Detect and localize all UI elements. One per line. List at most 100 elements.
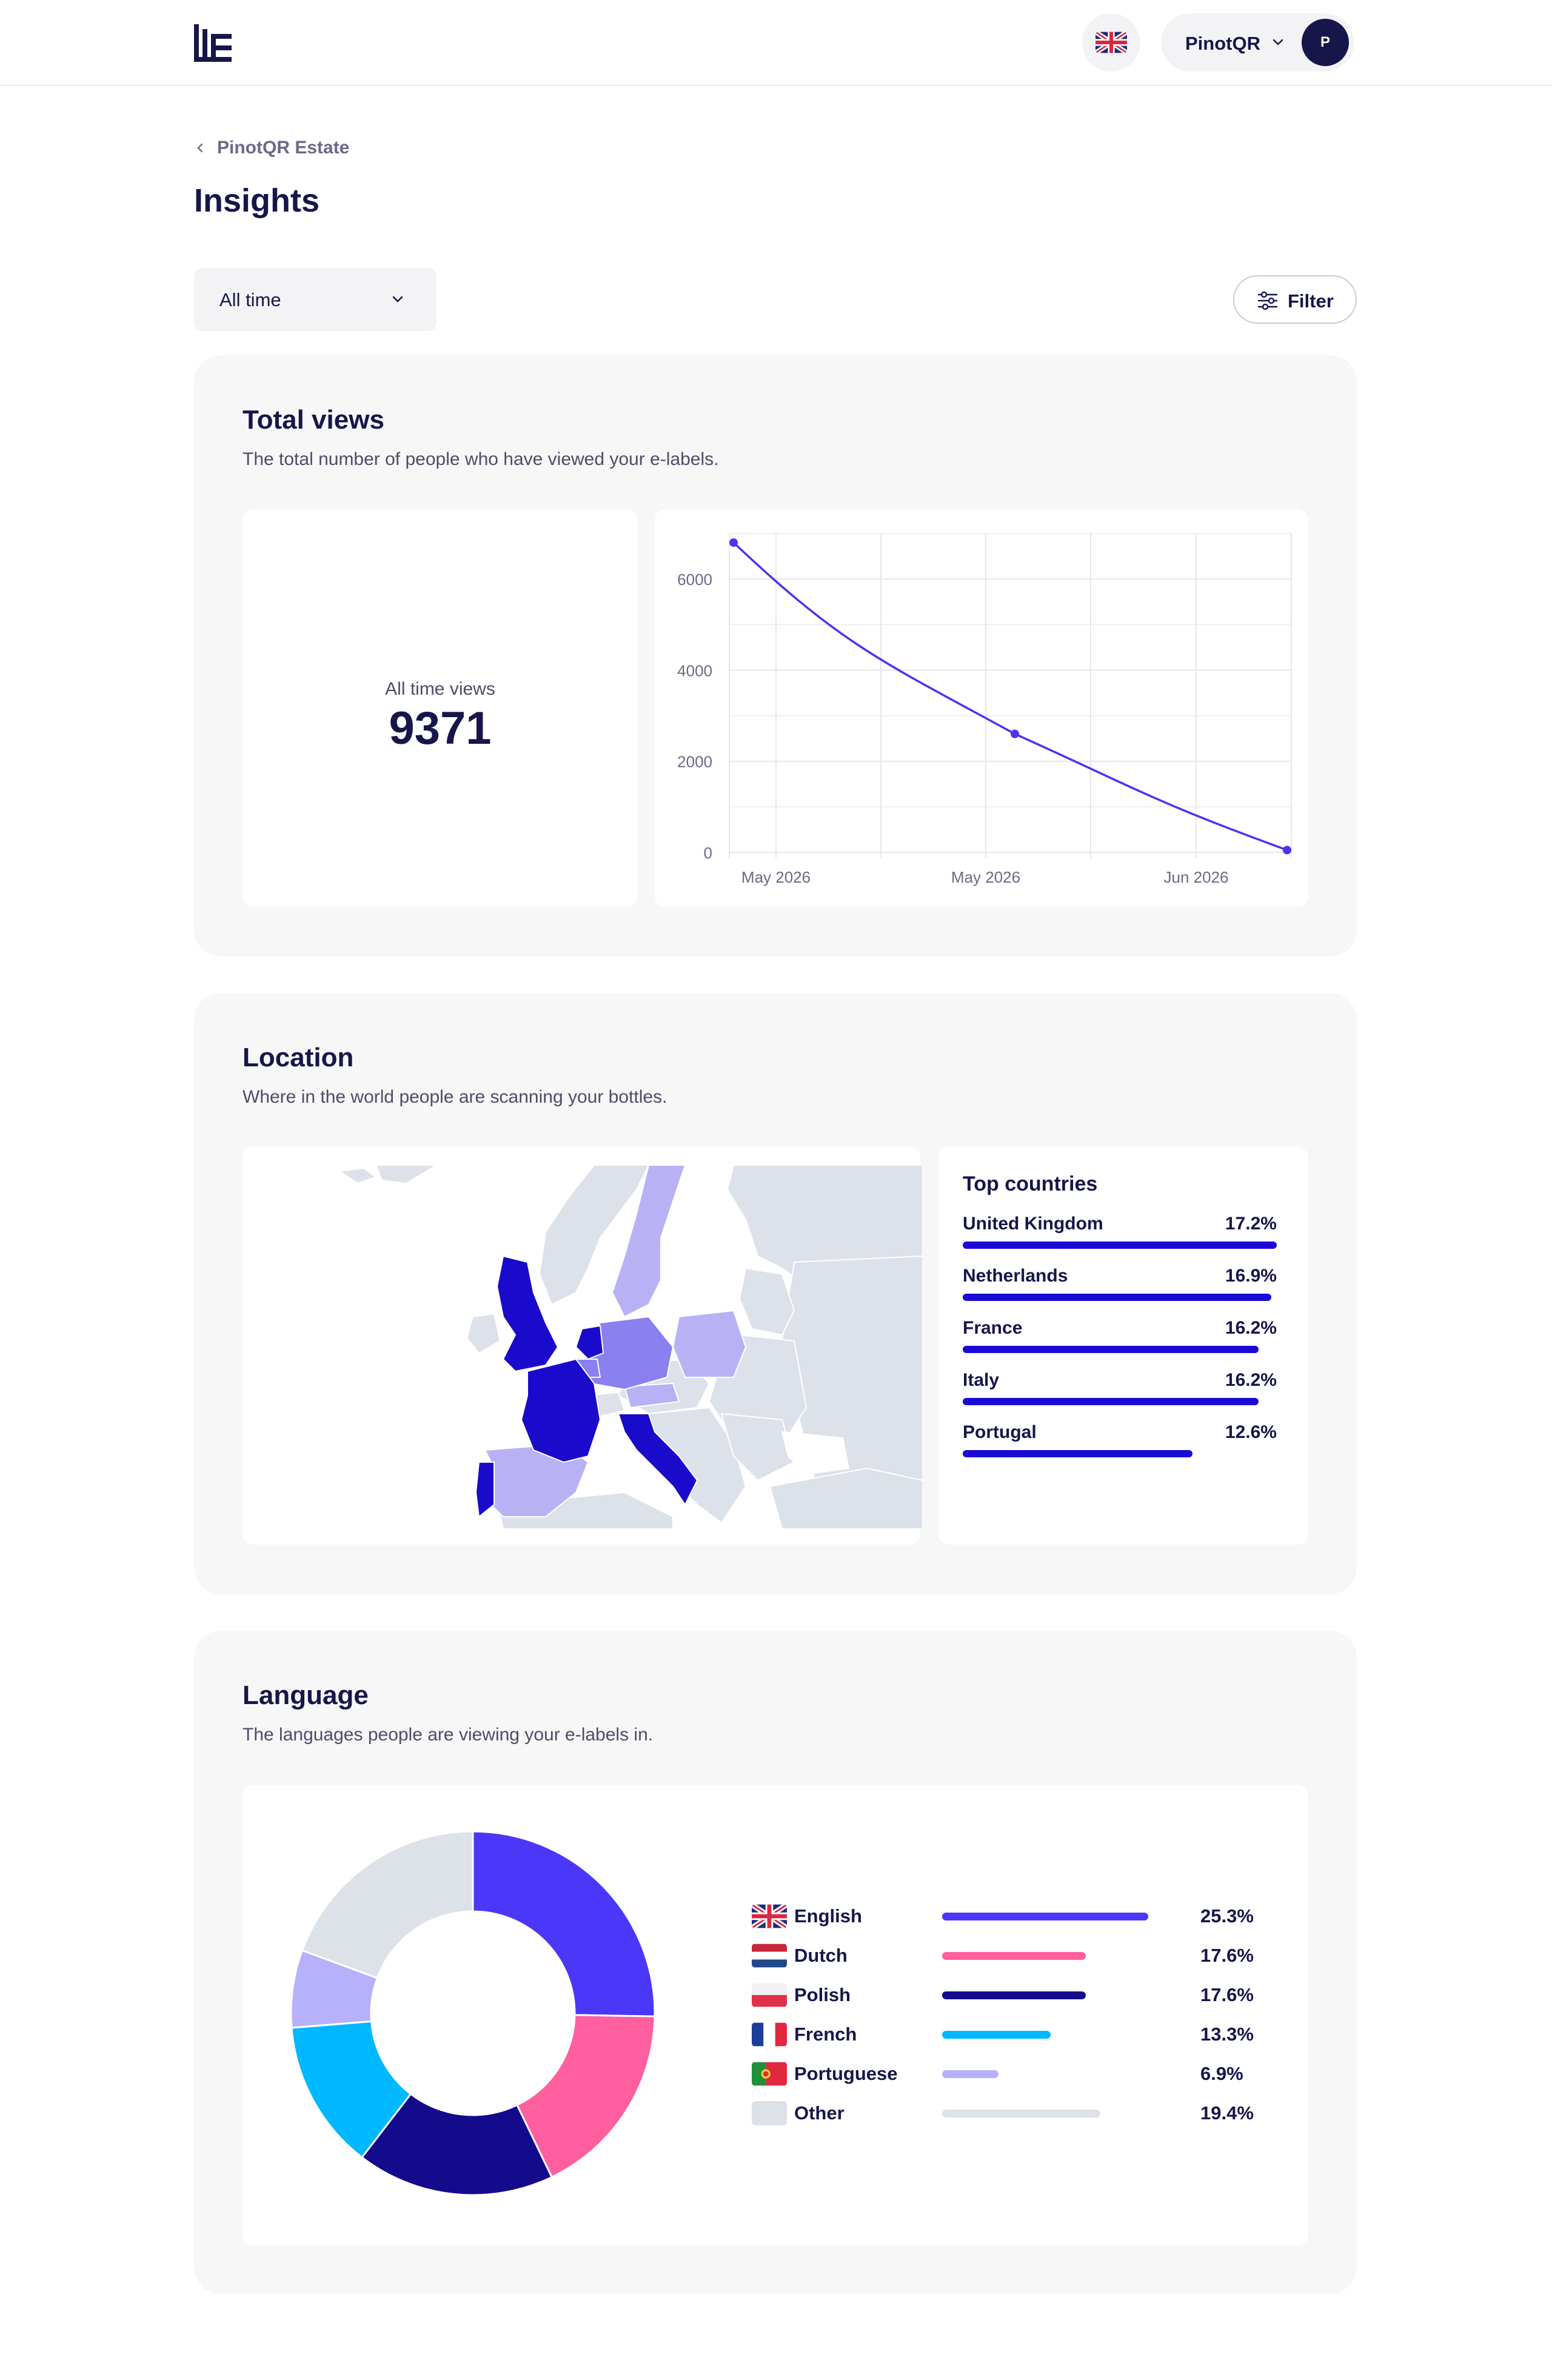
language-bar [942,2031,1051,2039]
language-percent: 25.3% [1200,1905,1254,1927]
other-placeholder-icon [752,2101,787,2125]
poland-flag-icon [752,1983,787,2007]
all-time-views-panel: All time views 9371 [242,509,638,907]
country-percent: 12.6% [1225,1422,1277,1442]
map-region-netherlands [575,1325,604,1360]
country-name: United Kingdom [963,1214,1103,1234]
x-tick-label: May 2026 [741,868,811,886]
country-bar [963,1398,1259,1405]
data-point [1283,846,1291,855]
country-percent: 16.2% [1225,1318,1277,1338]
total-views-card: Total views The total number of people w… [194,355,1357,957]
france-flag-icon [752,2022,787,2047]
country-row: Italy 16.2% [963,1370,1277,1419]
all-time-views-value: 9371 [389,703,492,754]
country-bar [963,1294,1271,1301]
country-percent: 17.2% [1225,1214,1277,1234]
language-bar [942,1952,1086,1960]
card-title: Location [242,1043,354,1072]
chevron-down-icon [392,296,403,303]
united-kingdom-flag-icon [752,1904,787,1928]
y-tick-label: 2000 [677,753,712,771]
views-line-chart: 0 2000 4000 6000 May 2026 May 2026 Jun 2026 [677,533,1292,886]
filter-label: Filter [1288,290,1334,312]
country-percent: 16.9% [1225,1266,1277,1286]
chevron-down-icon [1273,39,1283,45]
language-row: Dutch 17.6% [242,1941,1308,1971]
y-tick-label: 4000 [677,661,712,680]
map-region-ireland [466,1312,501,1354]
language-name: Dutch [794,1945,848,1966]
country-bar [963,1450,1193,1457]
language-donut-chart [290,1830,656,2196]
country-row: France 16.2% [963,1318,1277,1366]
chevron-left-icon [197,143,203,153]
card-subtitle: The total number of people who have view… [242,449,719,469]
data-point [1011,729,1019,738]
country-name: France [963,1318,1023,1338]
language-name: Portuguese [794,2063,898,2084]
language-card: Language The languages people are viewin… [194,1631,1357,2294]
x-tick-label: Jun 2026 [1164,868,1229,886]
language-bar [942,1991,1086,1999]
language-row: English 25.3% [242,1902,1308,1932]
netherlands-flag-icon [752,1944,787,1968]
x-tick-label: May 2026 [951,868,1020,886]
united-kingdom-flag-icon [1095,32,1127,53]
language-panel: English 25.3% Dutch 17.6% Polish 17.6% F… [242,1785,1308,2245]
country-name: Italy [963,1370,1000,1390]
breadcrumb[interactable]: PinotQR Estate [194,136,349,160]
language-percent: 6.9% [1200,2063,1243,2084]
top-navigation-bar: PinotQR P [0,0,1552,86]
top-countries-panel: Top countries United Kingdom 17.2% Nethe… [938,1147,1308,1545]
country-row: United Kingdom 17.2% [963,1214,1277,1262]
country-row: Netherlands 16.9% [963,1266,1277,1314]
map-region-baltics [738,1267,795,1336]
country-name: Portugal [963,1422,1037,1442]
language-percent: 17.6% [1200,1945,1254,1966]
map-panel [242,1147,923,1545]
language-percent: 19.4% [1200,2102,1254,2124]
country-row: Portugal 12.6% [963,1422,1277,1471]
country-percent: 16.2% [1225,1370,1277,1390]
map-region-portugal [475,1462,495,1518]
time-range-value: All time [219,289,281,310]
app-logo-icon[interactable] [194,24,232,62]
breadcrumb-link[interactable]: PinotQR Estate [217,138,349,158]
language-row: Polish 17.6% [242,1981,1308,2011]
language-bar [942,2110,1100,2118]
europe-map[interactable] [261,1165,923,1529]
language-percent: 13.3% [1200,2024,1254,2045]
map-region-iceland [338,1167,378,1185]
card-title: Language [242,1680,369,1710]
country-name: Netherlands [963,1266,1068,1286]
map-region-poland [672,1309,747,1378]
card-title: Total views [242,405,384,435]
map-region-black-sea-hole [781,1431,850,1476]
account-name: PinotQR [1185,33,1260,54]
card-subtitle: Where in the world people are scanning y… [242,1087,667,1107]
language-percent: 17.6% [1200,1984,1254,2005]
country-bar [963,1346,1259,1353]
map-region-turkey [769,1467,923,1529]
account-menu-button[interactable]: PinotQR P [1161,13,1354,72]
all-time-views-label: All time views [385,679,495,699]
location-card: Location Where in the world people are s… [194,993,1357,1594]
time-range-dropdown[interactable]: All time [194,268,436,331]
filter-button[interactable]: Filter [1233,275,1357,324]
language-name: English [794,1905,862,1927]
portugal-flag-icon [752,2062,787,2086]
data-point [729,538,738,547]
page-title: Insights [194,182,320,219]
language-row: Portuguese 6.9% [242,2059,1308,2090]
avatar: P [1302,19,1349,66]
language-bar [942,1913,1148,1920]
y-tick-label: 6000 [677,570,712,589]
language-bar [942,2070,998,2078]
map-region-greenland-iceland [375,1165,438,1185]
language-selector-button[interactable] [1082,13,1140,72]
series-line [732,541,1288,851]
card-subtitle: The languages people are viewing your e-… [242,1725,654,1745]
y-tick-label: 0 [704,844,712,862]
language-name: French [794,2024,857,2045]
